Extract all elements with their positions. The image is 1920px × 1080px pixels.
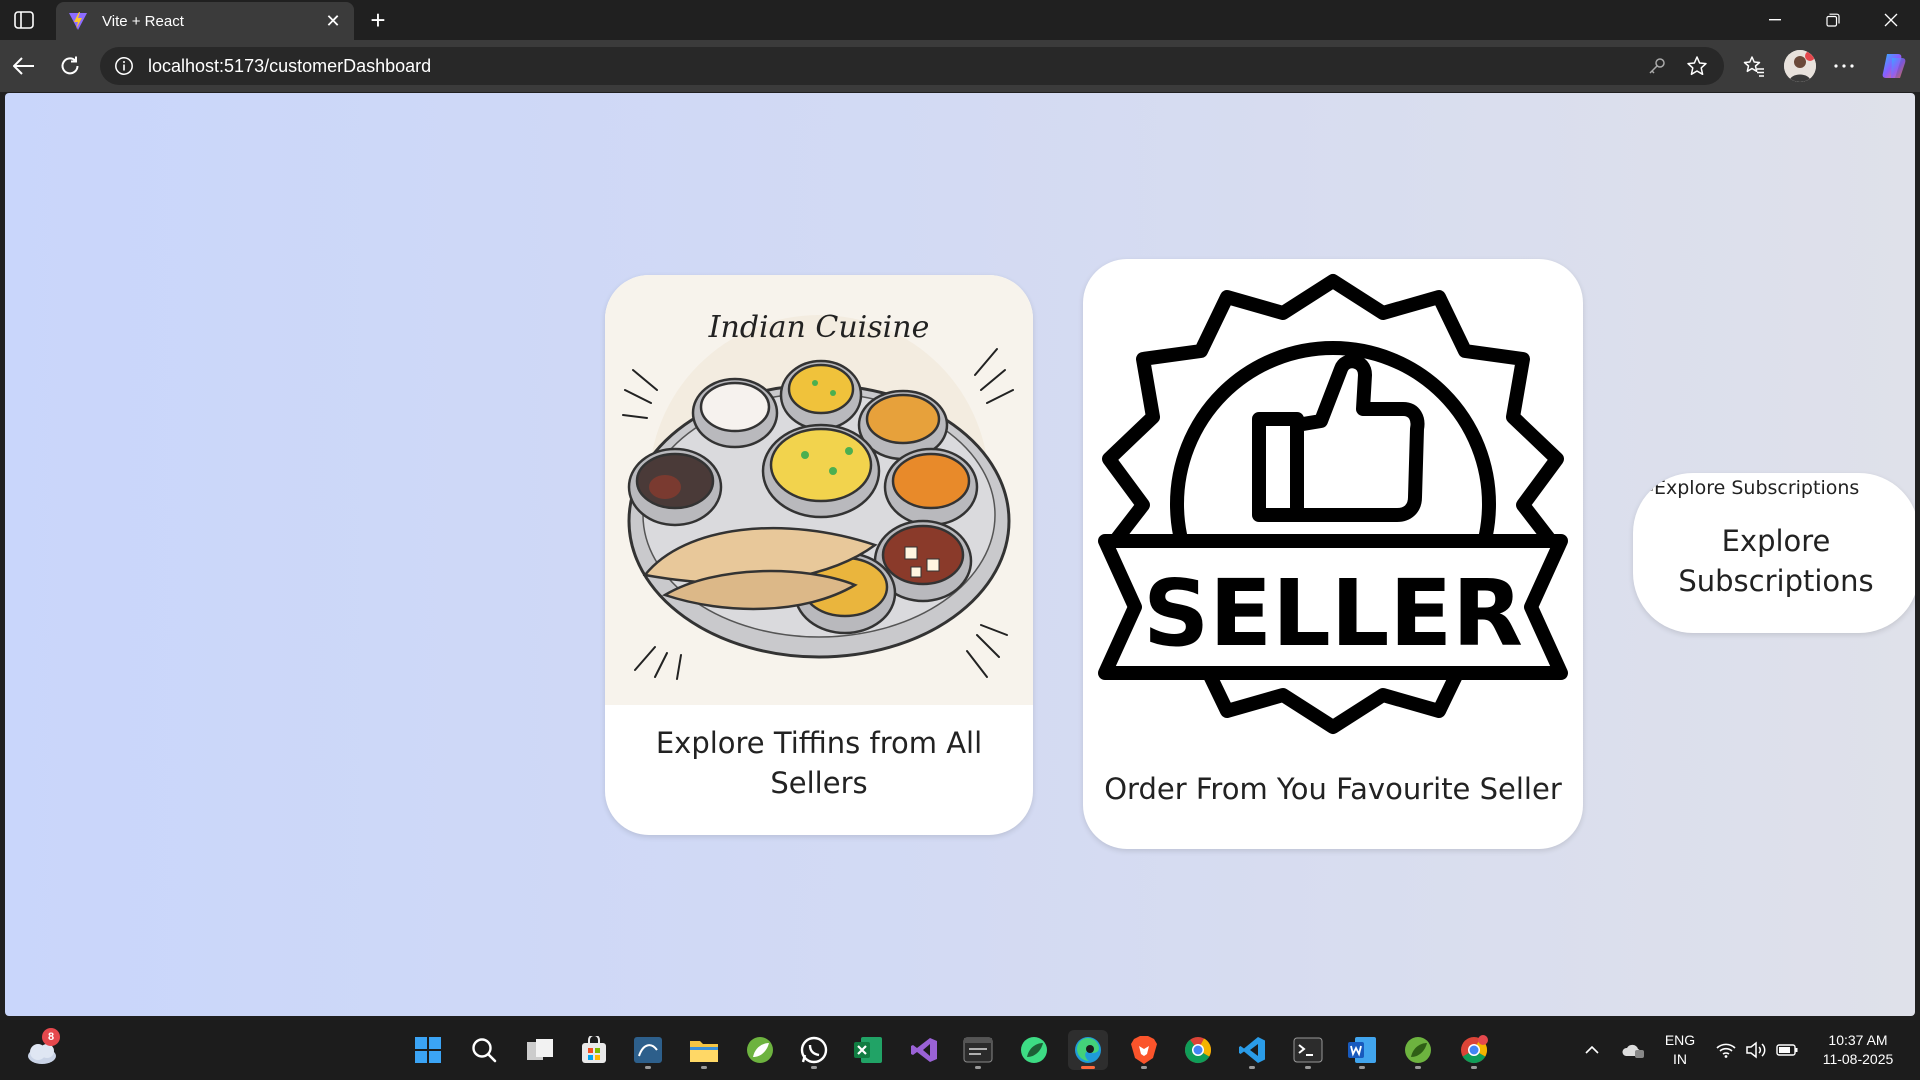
- favourite-seller-card[interactable]: SELLER Order From You Favourite Seller: [1083, 259, 1583, 849]
- region-code: IN: [1673, 1051, 1687, 1067]
- page-viewport: Indian Cuisine Explore Tiffins from All …: [5, 93, 1915, 1016]
- chrome-profile-icon[interactable]: [1454, 1030, 1494, 1070]
- back-icon[interactable]: [8, 50, 40, 82]
- clock-time: 10:37 AM: [1828, 1032, 1888, 1048]
- system-clock[interactable]: 10:37 AM 11-08-2025: [1808, 1031, 1908, 1069]
- onedrive-icon[interactable]: [1618, 1020, 1648, 1080]
- word-icon[interactable]: [1342, 1030, 1382, 1070]
- explore-tiffins-caption: Explore Tiffins from All Sellers: [655, 726, 983, 800]
- wifi-icon[interactable]: [1714, 1020, 1738, 1080]
- language-indicator[interactable]: ENG IN: [1658, 1031, 1702, 1069]
- store-icon[interactable]: [574, 1030, 614, 1070]
- search-icon[interactable]: [464, 1030, 504, 1070]
- close-window-icon[interactable]: [1862, 0, 1920, 40]
- refresh-icon[interactable]: [54, 50, 86, 82]
- favourite-seller-caption: Order From You Favourite Seller: [1104, 772, 1562, 806]
- indian-cuisine-title: Indian Cuisine: [708, 310, 930, 345]
- chrome-icon[interactable]: [1178, 1030, 1218, 1070]
- start-icon[interactable]: [408, 1030, 448, 1070]
- edge-icon[interactable]: [1068, 1030, 1108, 1070]
- command-prompt-icon[interactable]: [1288, 1030, 1328, 1070]
- excel-icon[interactable]: [848, 1030, 888, 1070]
- clock-date: 11-08-2025: [1822, 1051, 1894, 1067]
- close-tab-icon[interactable]: ✕: [324, 12, 342, 30]
- restore-icon[interactable]: [1804, 0, 1862, 40]
- volume-icon[interactable]: [1744, 1020, 1768, 1080]
- tab-title: Vite + React: [102, 12, 184, 30]
- battery-icon[interactable]: [1774, 1020, 1800, 1080]
- vite-icon: [69, 12, 87, 30]
- browser-tab[interactable]: Vite + React ✕: [56, 2, 354, 40]
- more-options-icon[interactable]: [1828, 50, 1860, 82]
- language-code: ENG: [1664, 1032, 1696, 1048]
- explore-subscriptions-caption: Explore Subscriptions: [1678, 524, 1874, 598]
- brave-icon[interactable]: [1124, 1030, 1164, 1070]
- seller-badge-image: SELLER: [1098, 274, 1568, 734]
- broken-image-alt-text: Explore Subscriptions: [1654, 477, 1860, 499]
- vscode-icon[interactable]: [1232, 1030, 1272, 1070]
- url-text: localhost:5173/customerDashboard: [148, 55, 432, 76]
- file-explorer-icon[interactable]: [684, 1030, 724, 1070]
- site-info-icon[interactable]: [114, 56, 134, 76]
- spring-tools-2-icon[interactable]: [1398, 1030, 1438, 1070]
- whatsapp-icon[interactable]: [794, 1030, 834, 1070]
- weather-widget-icon[interactable]: 8: [22, 1028, 62, 1070]
- indian-cuisine-image: Indian Cuisine: [605, 275, 1033, 705]
- visual-studio-icon[interactable]: [904, 1030, 944, 1070]
- favorite-star-icon[interactable]: [1684, 53, 1710, 79]
- broken-image-icon: Explore Subscriptions: [1647, 477, 1859, 499]
- profile-avatar[interactable]: [1784, 50, 1816, 82]
- seller-badge-text: SELLER: [1143, 560, 1523, 667]
- windows-taskbar: 8 ENG IN 10:37 AM 11-08-2025: [0, 1020, 1920, 1080]
- show-hidden-icons-icon[interactable]: [1578, 1020, 1606, 1080]
- browser-tab-bar: Vite + React ✕ +: [0, 0, 1920, 40]
- explore-tiffins-card[interactable]: Indian Cuisine Explore Tiffins from All …: [605, 275, 1033, 835]
- tab-actions-icon[interactable]: [8, 6, 40, 34]
- favorites-icon[interactable]: [1738, 50, 1770, 82]
- weather-badge: 8: [42, 1028, 60, 1046]
- terminal-app-icon[interactable]: [958, 1030, 998, 1070]
- task-view-icon[interactable]: [520, 1030, 560, 1070]
- address-bar[interactable]: localhost:5173/customerDashboard: [100, 47, 1724, 85]
- key-icon[interactable]: [1644, 53, 1670, 79]
- copilot-icon[interactable]: [1878, 50, 1910, 82]
- browser-toolbar: localhost:5173/customerDashboard: [0, 40, 1920, 92]
- android-studio-icon[interactable]: [1014, 1030, 1054, 1070]
- minimize-icon[interactable]: [1746, 0, 1804, 40]
- explore-subscriptions-card[interactable]: Explore Subscriptions Explore Subscripti…: [1633, 473, 1915, 633]
- mysql-workbench-icon[interactable]: [628, 1030, 668, 1070]
- spring-tools-icon[interactable]: [740, 1030, 780, 1070]
- new-tab-icon[interactable]: +: [364, 5, 392, 35]
